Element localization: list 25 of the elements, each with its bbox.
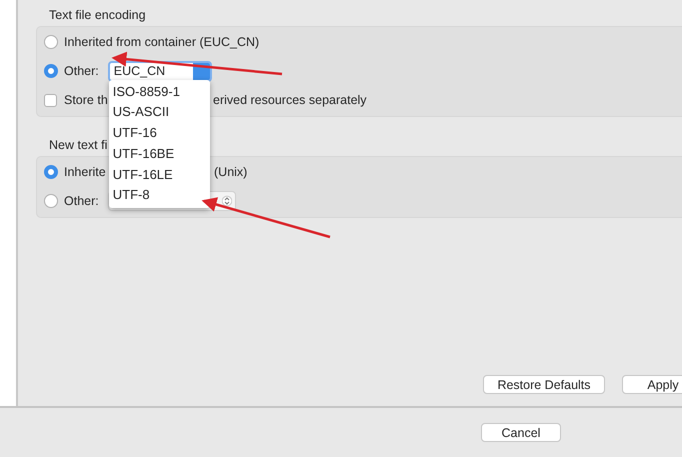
menu-item[interactable]: ISO-8859-1 [108,82,210,102]
checkbox[interactable] [44,94,57,106]
option-label: Inherite [64,165,106,179]
group-title: Text file encoding [49,7,147,23]
radio-button[interactable] [44,64,58,78]
stepper-icon [222,194,232,208]
option-label: Other: [64,194,99,208]
menu-item[interactable]: UTF-16BE [108,144,210,165]
menu-item[interactable]: UTF-16LE [108,164,210,186]
checkbox-label: erived resources separately [213,93,367,107]
menu-item[interactable]: UTF-16 [108,123,210,144]
radio-button[interactable] [44,165,58,179]
checkbox-label: Store th [64,93,108,107]
option-label: Other: [64,64,99,78]
option-label: Inherited from container (EUC_CN) [64,35,260,49]
option-label: (Unix) [214,165,248,179]
radio-button[interactable] [44,35,58,49]
restore-defaults-button[interactable]: Restore Defaults [483,375,605,394]
cancel-button[interactable]: Cancel [481,423,561,442]
menu-item[interactable]: UTF-8 [108,185,210,206]
menu-item[interactable]: US-ASCII [108,102,210,124]
group-title: New text fi [49,137,108,153]
radio-button[interactable] [44,194,58,208]
apply-button[interactable]: Apply [622,375,682,394]
select-value: EUC_CN [114,64,166,78]
